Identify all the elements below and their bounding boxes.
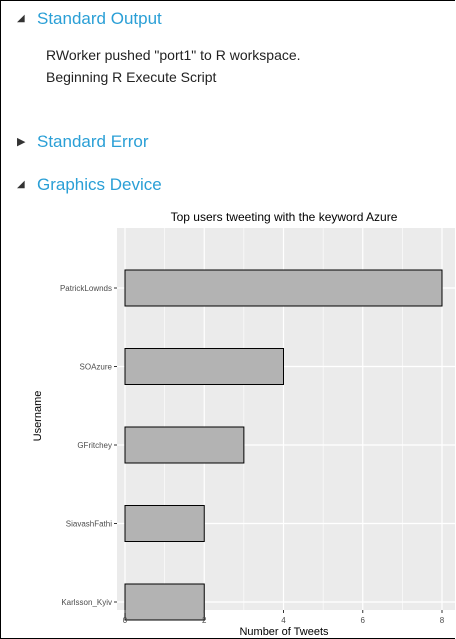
output-log-panel: ◢ Standard Output RWorker pushed "port1"…	[0, 0, 455, 639]
x-axis-label: Number of Tweets	[239, 626, 329, 638]
y-tick-label: SiavashFathi	[66, 520, 112, 529]
standard-output-label: Standard Output	[37, 9, 162, 28]
y-tick-label: Karlsson_Kyiv	[61, 598, 112, 607]
output-line: Beginning R Execute Script	[46, 69, 217, 85]
output-line: RWorker pushed "port1" to R workspace.	[46, 47, 301, 63]
chart-title: Top users tweeting with the keyword Azur…	[171, 210, 398, 224]
bar-gfritchey	[124, 426, 245, 464]
x-tick-label: 6	[361, 616, 366, 625]
y-tick-label: GFritchey	[77, 441, 112, 450]
expanded-triangle-icon: ◢	[17, 179, 25, 190]
expanded-triangle-icon: ◢	[17, 13, 25, 24]
bar-soazure	[124, 348, 284, 385]
standard-error-header[interactable]: ▶ Standard Error	[17, 132, 149, 152]
bar-patricklownds	[124, 269, 443, 307]
graphics-device-label: Graphics Device	[37, 175, 162, 194]
bar-siavashfathi	[124, 505, 205, 542]
x-tick-label: 8	[440, 616, 445, 625]
x-tick-label: 0	[123, 616, 128, 625]
bar-karlsson-kyiv	[124, 583, 205, 621]
x-tick-label: 4	[281, 616, 286, 625]
graphics-device-header[interactable]: ◢ Graphics Device	[17, 175, 162, 195]
y-tick-label: SOAzure	[80, 363, 113, 372]
standard-error-label: Standard Error	[37, 132, 149, 151]
bar-chart: Top users tweeting with the keyword Azur…	[32, 210, 455, 638]
x-tick-label: 2	[202, 616, 207, 625]
standard-output-header[interactable]: ◢ Standard Output	[17, 9, 162, 29]
collapsed-triangle-icon: ▶	[17, 135, 26, 148]
y-tick-label: PatrickLownds	[60, 284, 112, 293]
y-axis-label: Username	[32, 391, 44, 442]
